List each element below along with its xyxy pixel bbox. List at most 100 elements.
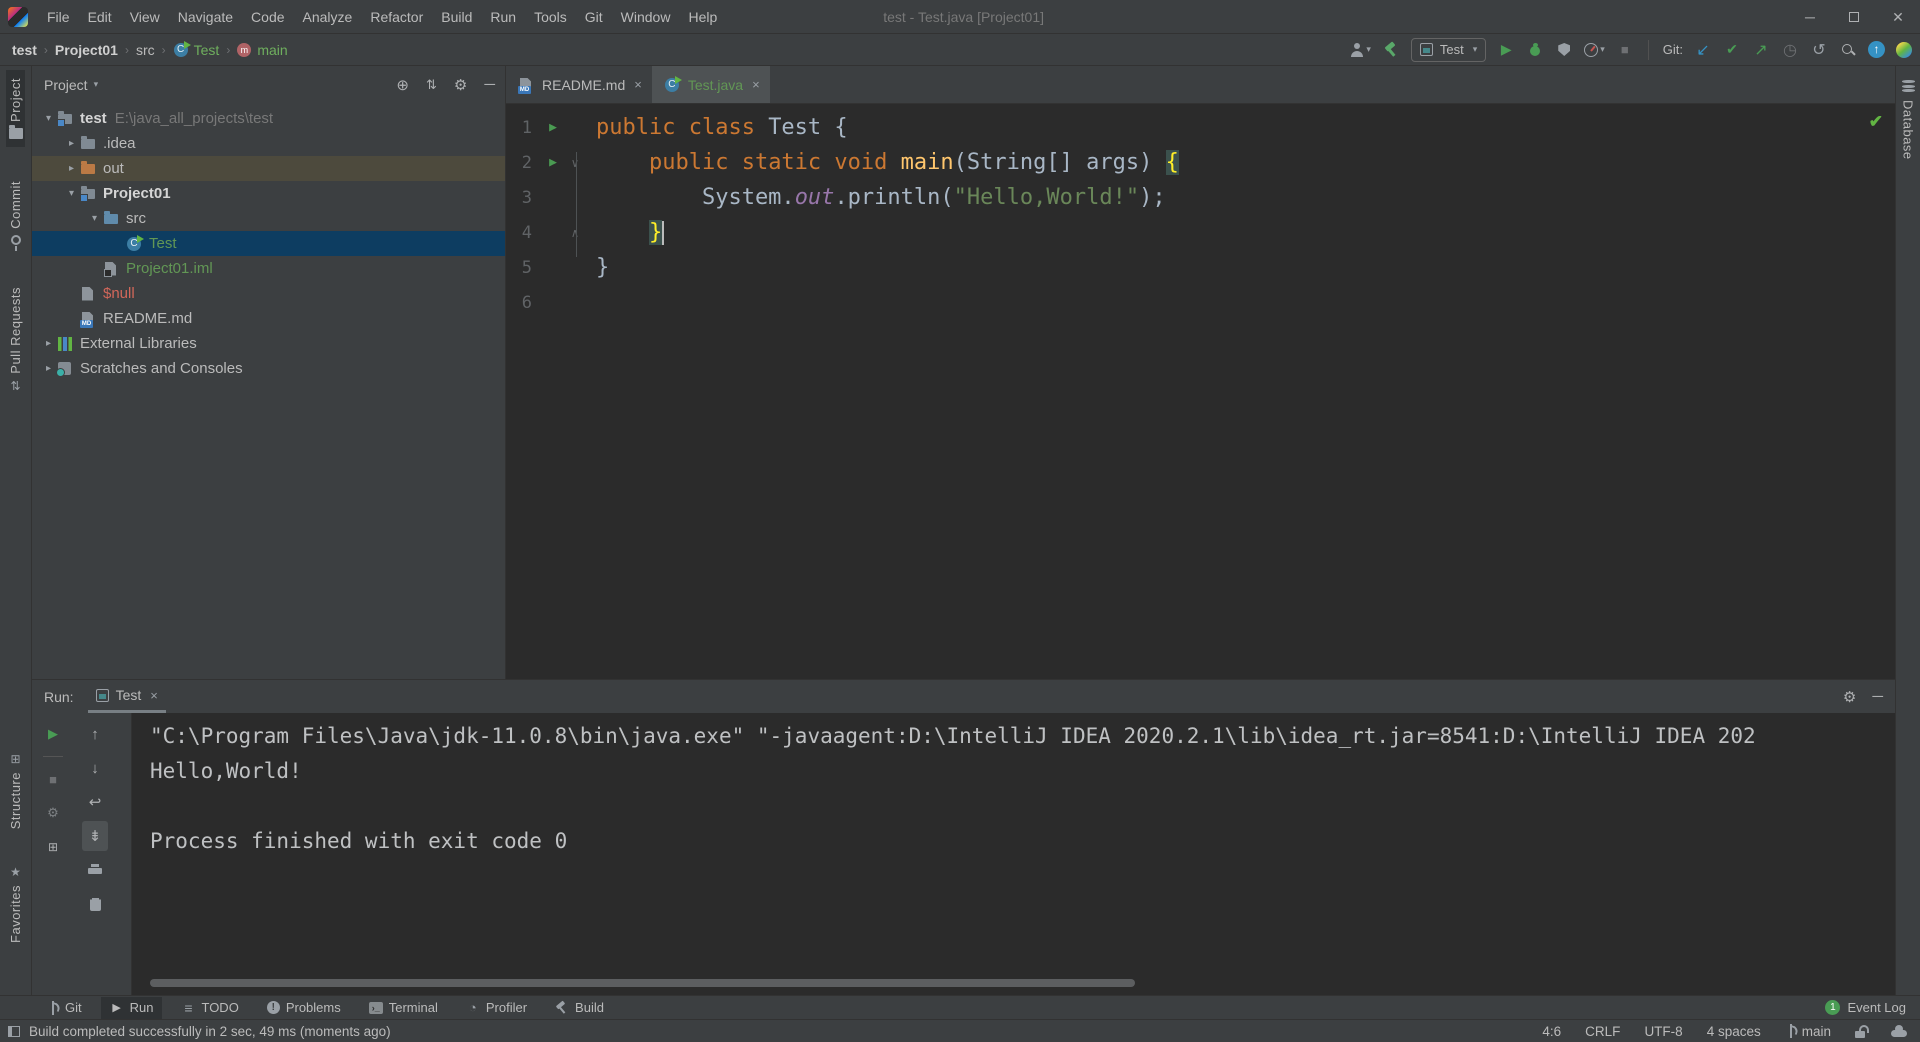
tab-test-java[interactable]: C Test.java ×	[652, 66, 770, 103]
tool-button-todo[interactable]: ≡ TODO	[172, 997, 247, 1019]
tool-button-terminal[interactable]: ›_ Terminal	[360, 997, 447, 1019]
menu-code[interactable]: Code	[242, 0, 293, 34]
tree-item-project01[interactable]: ▾Project01	[32, 181, 505, 206]
git-branch-widget[interactable]: main	[1785, 1024, 1831, 1039]
inspections-ok-icon[interactable]: ✔	[1869, 112, 1883, 132]
gear-icon[interactable]: ⚙	[1843, 688, 1856, 706]
read-lock-icon[interactable]	[1855, 1025, 1867, 1038]
chevron-down-icon[interactable]: ▾	[63, 188, 80, 199]
menu-git[interactable]: Git	[576, 0, 612, 34]
build-settings-icon[interactable]: ⚙	[40, 798, 66, 828]
tree-item-out[interactable]: ▸out	[32, 156, 505, 181]
close-button[interactable]: ✕	[1876, 0, 1920, 34]
git-update-icon[interactable]: ↙	[1694, 39, 1712, 61]
tab-readme-md[interactable]: MD README.md ×	[506, 66, 652, 103]
hide-panel-icon[interactable]: ─	[1872, 688, 1883, 705]
project-panel-title[interactable]: Project	[44, 77, 88, 93]
chevron-right-icon[interactable]: ▸	[63, 163, 80, 174]
menu-view[interactable]: View	[121, 0, 169, 34]
breadcrumb-item-test[interactable]: test	[12, 42, 37, 58]
restore-layout-icon[interactable]: ⊞	[40, 832, 66, 862]
menu-refactor[interactable]: Refactor	[361, 0, 432, 34]
hide-panel-icon[interactable]: ─	[484, 76, 495, 93]
collaborate-icon[interactable]: ▾	[1350, 39, 1371, 61]
tree-item--idea[interactable]: ▸.idea	[32, 131, 505, 156]
build-project-icon[interactable]	[1382, 39, 1400, 61]
tree-item-external-libraries[interactable]: ▸External Libraries	[32, 331, 505, 356]
chevron-down-icon[interactable]: ▾	[40, 113, 57, 124]
tree-item--null[interactable]: $null	[32, 281, 505, 306]
menu-edit[interactable]: Edit	[79, 0, 121, 34]
run-line-icon[interactable]: ▶	[540, 155, 566, 170]
rerun-button[interactable]: ▶	[40, 719, 66, 749]
search-everywhere-icon[interactable]	[1839, 39, 1857, 61]
scroll-to-end-icon[interactable]: ⇟	[82, 821, 108, 851]
rollback-icon[interactable]: ↺	[1810, 39, 1828, 61]
menu-run[interactable]: Run	[481, 0, 525, 34]
chevron-right-icon[interactable]: ▸	[63, 138, 80, 149]
menu-window[interactable]: Window	[612, 0, 680, 34]
menu-build[interactable]: Build	[432, 0, 481, 34]
profiler-button[interactable]: ▾	[1584, 39, 1605, 61]
chevron-right-icon[interactable]: ▸	[40, 363, 57, 374]
next-occurrence-icon[interactable]: ↓	[82, 753, 108, 783]
locate-file-icon[interactable]: ⊕	[396, 76, 409, 94]
close-icon[interactable]: ×	[752, 77, 760, 92]
soft-wrap-icon[interactable]: ↩	[82, 787, 108, 817]
menu-tools[interactable]: Tools	[525, 0, 576, 34]
event-log-button[interactable]: 1 Event Log	[1825, 1000, 1906, 1015]
file-encoding[interactable]: UTF-8	[1644, 1024, 1682, 1039]
sync-settings-icon[interactable]	[1891, 1025, 1908, 1037]
tool-button-problems[interactable]: ! Problems	[258, 997, 350, 1019]
tree-item-project01-iml[interactable]: Project01.iml	[32, 256, 505, 281]
tool-button-favorites[interactable]: ★ Favorites	[6, 857, 25, 951]
caret-position[interactable]: 4:6	[1542, 1024, 1561, 1039]
tool-button-build[interactable]: Build	[546, 997, 613, 1019]
collapse-all-icon[interactable]: ⇅	[426, 77, 437, 93]
debug-button[interactable]	[1526, 39, 1544, 61]
console-output[interactable]: "C:\Program Files\Java\jdk-11.0.8\bin\ja…	[132, 713, 1895, 995]
toggle-tool-buttons-icon[interactable]	[8, 1026, 20, 1037]
stop-button[interactable]: ■	[1616, 39, 1634, 61]
fold-marker-icon[interactable]: ∨	[566, 156, 584, 170]
tree-item-readme-md[interactable]: MDREADME.md	[32, 306, 505, 331]
menu-help[interactable]: Help	[679, 0, 726, 34]
run-config-selector[interactable]: Test ▾	[1411, 38, 1486, 62]
tool-button-profiler[interactable]: ◔ Profiler	[457, 997, 536, 1019]
maximize-button[interactable]	[1832, 0, 1876, 34]
run-line-icon[interactable]: ▶	[540, 120, 566, 135]
breadcrumb-item-main[interactable]: main	[257, 42, 287, 58]
prev-occurrence-icon[interactable]: ↑	[82, 719, 108, 749]
menu-file[interactable]: File	[38, 0, 79, 34]
tool-button-project[interactable]: Project	[6, 70, 25, 147]
horizontal-scrollbar[interactable]	[150, 979, 1135, 987]
tree-item-src[interactable]: ▾src	[32, 206, 505, 231]
clear-console-icon[interactable]	[82, 889, 108, 919]
gear-icon[interactable]: ⚙	[454, 76, 467, 94]
close-icon[interactable]: ×	[634, 77, 642, 92]
menu-analyze[interactable]: Analyze	[294, 0, 362, 34]
tree-item-test[interactable]: CTest	[32, 231, 505, 256]
tool-button-pull-requests[interactable]: Pull Requests ⇅	[6, 279, 25, 402]
git-push-icon[interactable]: ↗	[1752, 39, 1770, 61]
coverage-button[interactable]	[1555, 39, 1573, 61]
breadcrumb-item-src[interactable]: src	[136, 42, 155, 58]
history-clock-icon[interactable]: ◷	[1781, 39, 1799, 61]
run-button[interactable]: ▶	[1497, 39, 1515, 61]
stop-button[interactable]: ■	[40, 764, 66, 794]
print-icon[interactable]	[82, 855, 108, 885]
plugin-colorful-icon[interactable]	[1896, 42, 1912, 58]
minimize-button[interactable]: ─	[1788, 0, 1832, 34]
tool-button-run[interactable]: ▶ Run	[101, 997, 163, 1019]
breadcrumb-item-project01[interactable]: Project01	[55, 42, 118, 58]
tool-button-database[interactable]: Database	[1899, 72, 1918, 168]
chevron-right-icon[interactable]: ▸	[40, 338, 57, 349]
menu-navigate[interactable]: Navigate	[169, 0, 242, 34]
run-tab-test[interactable]: Test ×	[88, 680, 166, 713]
ide-update-icon[interactable]: ↑	[1868, 41, 1885, 58]
line-ending[interactable]: CRLF	[1585, 1024, 1620, 1039]
fold-marker-icon[interactable]: ∧	[566, 226, 584, 240]
tool-button-commit[interactable]: Commit	[6, 173, 25, 253]
git-commit-icon[interactable]: ✔	[1723, 39, 1741, 61]
tree-item-scratches-and-consoles[interactable]: ▸Scratches and Consoles	[32, 356, 505, 381]
